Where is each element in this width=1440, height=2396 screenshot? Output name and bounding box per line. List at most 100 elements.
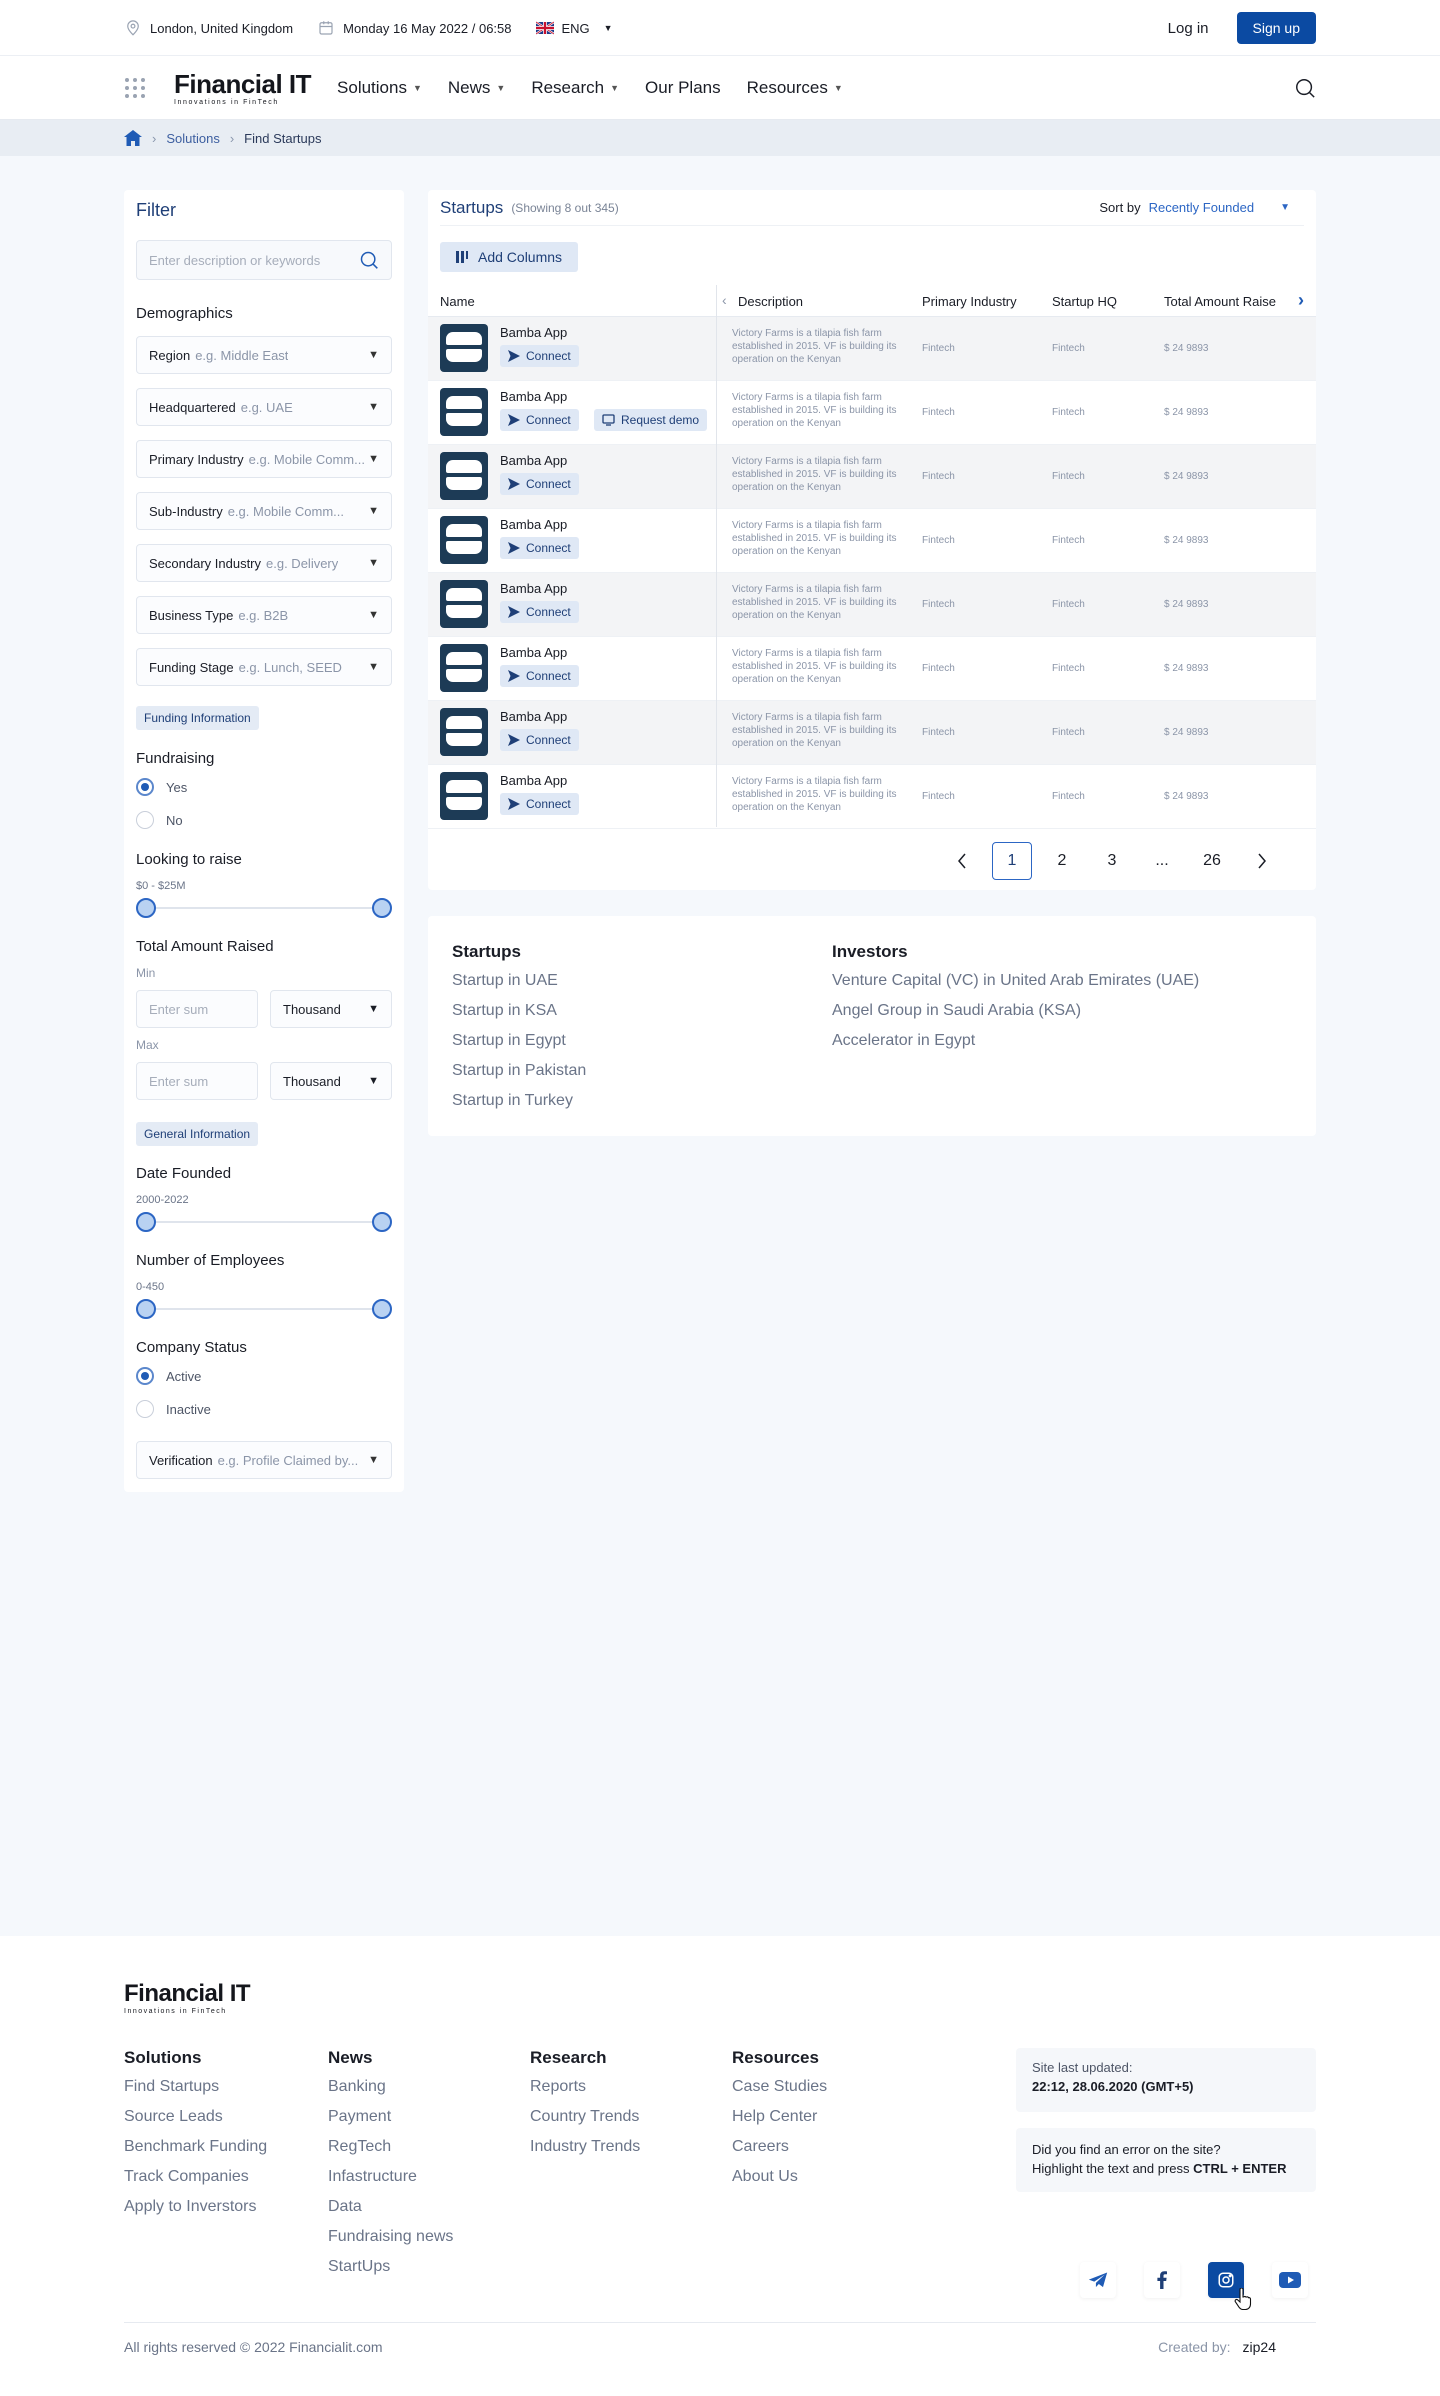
footer-link[interactable]: Data (328, 2198, 362, 2216)
request-demo-button[interactable]: Request demo (594, 409, 708, 431)
footer-link[interactable]: Track Companies (124, 2168, 249, 2186)
related-startup-link[interactable]: Startup in Egypt (452, 1032, 566, 1050)
footer-link[interactable]: Careers (732, 2138, 789, 2156)
startup-name[interactable]: Bamba App (500, 773, 567, 788)
headquartered-dropdown[interactable]: Headquartered e.g. UAE ▼ (136, 388, 392, 426)
max-unit-dropdown[interactable]: Thousand ▼ (270, 1062, 392, 1100)
status-active-radio[interactable]: Active (136, 1367, 201, 1385)
page-1[interactable]: 1 (992, 842, 1032, 880)
home-icon[interactable] (124, 130, 142, 146)
status-inactive-radio[interactable]: Inactive (136, 1400, 211, 1418)
funding-stage-dropdown[interactable]: Funding Stage e.g. Lunch, SEED ▼ (136, 648, 392, 686)
table-row[interactable]: Bamba App Connect Victory Farms is a tilap… (428, 701, 1316, 765)
footer-link[interactable]: Reports (530, 2078, 586, 2096)
table-row[interactable]: Bamba App Connect Victory Farms is a tilap… (428, 765, 1316, 829)
connect-button[interactable]: Connect (500, 473, 579, 495)
startup-name[interactable]: Bamba App (500, 709, 567, 724)
slider-min-handle[interactable] (136, 898, 156, 918)
nav-solutions[interactable]: Solutions ▼ (337, 78, 422, 98)
startup-name[interactable]: Bamba App (500, 581, 567, 596)
primary-industry-dropdown[interactable]: Primary Industry e.g. Mobile Comm... ▼ (136, 440, 392, 478)
connect-button[interactable]: Connect (500, 665, 579, 687)
startup-name[interactable]: Bamba App (500, 645, 567, 660)
connect-button[interactable]: Connect (500, 409, 579, 431)
verification-dropdown[interactable]: Verification e.g. Profile Claimed by... ▼ (136, 1441, 392, 1479)
nav-our-plans[interactable]: Our Plans (645, 78, 721, 98)
column-primary-industry[interactable]: Primary Industry (922, 294, 1017, 309)
nav-news[interactable]: News ▼ (448, 78, 505, 98)
youtube-icon[interactable] (1272, 2262, 1308, 2298)
footer-link[interactable]: Infastructure (328, 2168, 417, 2186)
min-sum-input[interactable]: Enter sum (136, 990, 258, 1028)
prev-page-icon[interactable] (942, 842, 982, 880)
related-investor-link[interactable]: Venture Capital (VC) in United Arab Emir… (832, 972, 1199, 990)
footer-link[interactable]: Banking (328, 2078, 386, 2096)
column-description[interactable]: Description (738, 294, 803, 309)
brand-logo[interactable]: Financial IT Innovations in FinTech (174, 71, 312, 106)
startup-name[interactable]: Bamba App (500, 517, 567, 532)
chevron-left-icon[interactable]: ‹ (722, 292, 727, 308)
connect-button[interactable]: Connect (500, 601, 579, 623)
employees-slider[interactable] (136, 1299, 392, 1319)
footer-link[interactable]: Help Center (732, 2108, 817, 2126)
created-by-value[interactable]: zip24 (1243, 2339, 1276, 2355)
table-row[interactable]: Bamba App Connect Request demo Victory Farm… (428, 381, 1316, 445)
slider-max-handle[interactable] (372, 898, 392, 918)
column-name[interactable]: Name (440, 294, 475, 309)
table-row[interactable]: Bamba App Connect Victory Farms is a tilap… (428, 637, 1316, 701)
date-founded-slider[interactable] (136, 1212, 392, 1232)
slider-max-handle[interactable] (372, 1212, 392, 1232)
slider-min-handle[interactable] (136, 1299, 156, 1319)
footer-link[interactable]: StartUps (328, 2258, 390, 2276)
login-button[interactable]: Log in (1156, 14, 1221, 43)
sub-industry-dropdown[interactable]: Sub-Industry e.g. Mobile Comm... ▼ (136, 492, 392, 530)
nav-research[interactable]: Research ▼ (531, 78, 619, 98)
next-page-icon[interactable] (1242, 842, 1282, 880)
footer-link[interactable]: Source Leads (124, 2108, 223, 2126)
chevron-right-icon[interactable]: › (1298, 290, 1304, 311)
facebook-icon[interactable] (1144, 2262, 1180, 2298)
related-startup-link[interactable]: Startup in Turkey (452, 1092, 573, 1110)
sort-by[interactable]: Sort by Recently Founded ▼ (1099, 200, 1304, 215)
fundraising-no-radio[interactable]: No (136, 811, 183, 829)
footer-link[interactable]: Payment (328, 2108, 391, 2126)
search-icon[interactable] (1294, 77, 1316, 99)
footer-link[interactable]: Case Studies (732, 2078, 827, 2096)
search-icon[interactable] (359, 250, 379, 270)
page-2[interactable]: 2 (1042, 842, 1082, 880)
connect-button[interactable]: Connect (500, 537, 579, 559)
telegram-icon[interactable] (1080, 2262, 1116, 2298)
related-startup-link[interactable]: Startup in Pakistan (452, 1062, 586, 1080)
connect-button[interactable]: Connect (500, 729, 579, 751)
table-row[interactable]: Bamba App Connect Victory Farms is a tilap… (428, 317, 1316, 381)
footer-logo[interactable]: Financial IT Innovations in FinTech (124, 1982, 251, 2016)
startup-name[interactable]: Bamba App (500, 389, 567, 404)
footer-link[interactable]: Country Trends (530, 2108, 639, 2126)
slider-max-handle[interactable] (372, 1299, 392, 1319)
footer-link[interactable]: RegTech (328, 2138, 391, 2156)
related-investor-link[interactable]: Angel Group in Saudi Arabia (KSA) (832, 1002, 1081, 1020)
page-26[interactable]: 26 (1192, 842, 1232, 880)
table-row[interactable]: Bamba App Connect Victory Farms is a tilap… (428, 509, 1316, 573)
connect-button[interactable]: Connect (500, 793, 579, 815)
footer-link[interactable]: Industry Trends (530, 2138, 640, 2156)
table-row[interactable]: Bamba App Connect Victory Farms is a tilap… (428, 573, 1316, 637)
region-dropdown[interactable]: Region e.g. Middle East ▼ (136, 336, 392, 374)
page-3[interactable]: 3 (1092, 842, 1132, 880)
footer-link[interactable]: About Us (732, 2168, 798, 2186)
looking-to-raise-slider[interactable] (136, 898, 392, 918)
column-total-amount-raise[interactable]: Total Amount Raise (1164, 294, 1276, 309)
business-type-dropdown[interactable]: Business Type e.g. B2B ▼ (136, 596, 392, 634)
min-unit-dropdown[interactable]: Thousand ▼ (270, 990, 392, 1028)
signup-button[interactable]: Sign up (1236, 12, 1316, 44)
footer-link[interactable]: Benchmark Funding (124, 2138, 267, 2156)
secondary-industry-dropdown[interactable]: Secondary Industry e.g. Delivery ▼ (136, 544, 392, 582)
max-sum-input[interactable]: Enter sum (136, 1062, 258, 1100)
related-investor-link[interactable]: Accelerator in Egypt (832, 1032, 975, 1050)
startup-name[interactable]: Bamba App (500, 453, 567, 468)
connect-button[interactable]: Connect (500, 345, 579, 367)
add-columns-button[interactable]: Add Columns (440, 242, 579, 272)
footer-link[interactable]: Apply to Inverstors (124, 2198, 257, 2216)
table-row[interactable]: Bamba App Connect Victory Farms is a tilap… (428, 445, 1316, 509)
nav-resources[interactable]: Resources ▼ (747, 78, 843, 98)
